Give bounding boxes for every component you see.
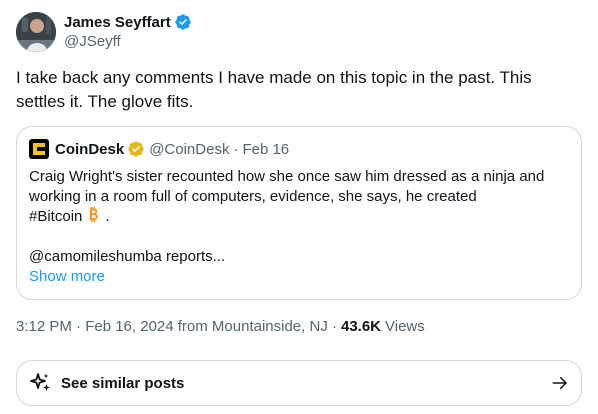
tweet-text: I take back any comments I have made on … [16, 68, 532, 111]
author-display-name[interactable]: James Seyffart [64, 14, 171, 31]
arrow-right-icon [551, 374, 569, 392]
quoted-separator: · [233, 140, 239, 158]
views-count: 43.6K [340, 317, 382, 335]
see-similar-posts-button[interactable]: See similar posts [16, 360, 582, 406]
tweet-header: James Seyffart @JSeyff [16, 10, 582, 54]
quoted-hashtag-line: #Bitcoin . [29, 207, 569, 227]
bitcoin-icon [85, 207, 101, 223]
author-names: James Seyffart @JSeyff [64, 12, 192, 52]
quoted-body-line: working in a room full of computers, evi… [29, 188, 477, 205]
quoted-date[interactable]: Feb 16 [242, 141, 289, 158]
author-handle[interactable]: @JSeyff [64, 32, 192, 52]
coindesk-logo-icon[interactable] [29, 139, 49, 159]
verified-badge-icon[interactable] [174, 13, 192, 31]
show-more-link[interactable]: Show more [29, 267, 569, 287]
quoted-tweet-body: Craig Wright's sister recounted how she … [29, 167, 569, 287]
see-similar-posts-label: See similar posts [61, 374, 185, 392]
quoted-handle: @CoinDesk [149, 140, 230, 158]
tweet-timestamp[interactable]: 3:12 PM · Feb 16, 2024 from Mountainside… [16, 318, 337, 335]
hashtag-bitcoin: #Bitcoin [29, 208, 83, 225]
quoted-blank-line [29, 227, 569, 247]
sparkle-icon [29, 371, 53, 395]
quoted-display-name[interactable]: CoinDesk [55, 141, 124, 158]
hashtag-suffix: . [105, 208, 110, 225]
author-avatar[interactable] [16, 12, 56, 52]
views-label: Views [385, 317, 425, 335]
quoted-tweet-header: CoinDesk @CoinDesk · Feb 16 [29, 139, 569, 159]
tweet-meta: 3:12 PM · Feb 16, 2024 from Mountainside… [16, 316, 425, 336]
quoted-mention-line: @camomileshumba reports... [29, 248, 226, 265]
quoted-tweet-card[interactable]: CoinDesk @CoinDesk · Feb 16 Craig Wright… [16, 126, 582, 300]
quoted-body-line: Craig Wright's sister recounted how she … [29, 168, 545, 185]
gold-verified-badge-icon [127, 140, 145, 158]
